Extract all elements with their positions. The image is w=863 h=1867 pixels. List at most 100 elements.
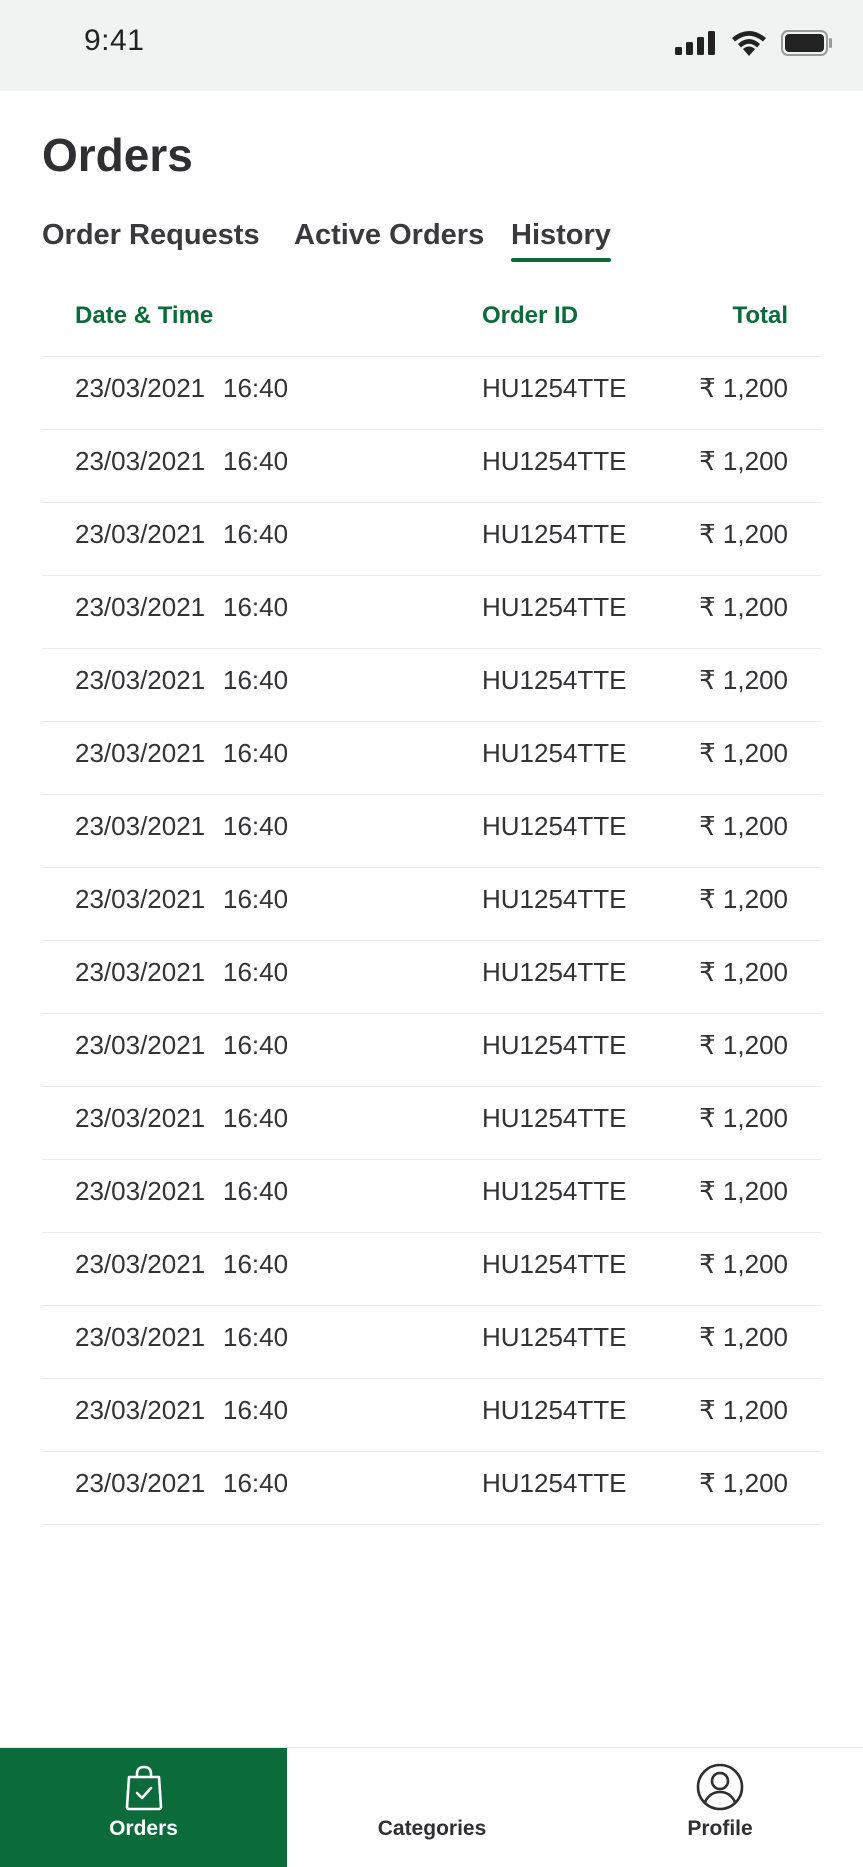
row-time: 16:40	[223, 446, 289, 476]
table-row[interactable]: 23/03/2021 16:40 HU1254TTE ₹ 1,200	[42, 1014, 821, 1087]
table-row[interactable]: 23/03/2021 16:40 HU1254TTE ₹ 1,200	[42, 503, 821, 576]
row-time: 16:40	[223, 811, 289, 841]
column-header-total: Total	[732, 302, 788, 329]
row-total: ₹ 1,200	[699, 1322, 788, 1352]
tab-order-requests[interactable]: Order Requests	[42, 219, 260, 252]
row-time: 16:40	[223, 1103, 289, 1133]
row-date: 23/03/2021	[75, 1395, 206, 1425]
row-date: 23/03/2021	[75, 446, 206, 476]
row-date: 23/03/2021	[75, 957, 206, 987]
table-row[interactable]: 23/03/2021 16:40 HU1254TTE ₹ 1,200	[42, 722, 821, 795]
table-row[interactable]: 23/03/2021 16:40 HU1254TTE ₹ 1,200	[42, 1233, 821, 1306]
row-total: ₹ 1,200	[699, 1030, 788, 1060]
table-row[interactable]: 23/03/2021 16:40 HU1254TTE ₹ 1,200	[42, 795, 821, 868]
table-row[interactable]: 23/03/2021 16:40 HU1254TTE ₹ 1,200	[42, 1087, 821, 1160]
row-total: ₹ 1,200	[699, 738, 788, 768]
row-total: ₹ 1,200	[699, 1395, 788, 1425]
table-row[interactable]: 23/03/2021 16:40 HU1254TTE ₹ 1,200	[42, 1306, 821, 1379]
status-bar: 9:41	[0, 0, 863, 91]
row-time: 16:40	[223, 1030, 289, 1060]
row-date: 23/03/2021	[75, 1030, 206, 1060]
row-total: ₹ 1,200	[699, 592, 788, 622]
nav-profile-label: Profile	[687, 1817, 753, 1840]
row-order-id: HU1254TTE	[482, 1468, 627, 1498]
row-total: ₹ 1,200	[699, 1468, 788, 1498]
wifi-icon	[732, 31, 766, 56]
nav-orders-label: Orders	[109, 1817, 178, 1840]
row-time: 16:40	[223, 665, 289, 695]
row-order-id: HU1254TTE	[482, 811, 627, 841]
row-time: 16:40	[223, 1468, 289, 1498]
table-row[interactable]: 23/03/2021 16:40 HU1254TTE ₹ 1,200	[42, 1379, 821, 1452]
battery-icon	[781, 30, 832, 56]
column-header-order-id: Order ID	[482, 302, 579, 329]
order-history-list: 23/03/2021 16:40 HU1254TTE ₹ 1,200 23/03/202…	[42, 356, 821, 1525]
row-total: ₹ 1,200	[699, 665, 788, 695]
row-time: 16:40	[223, 1395, 289, 1425]
row-total: ₹ 1,200	[699, 446, 788, 476]
row-total: ₹ 1,200	[699, 1249, 788, 1279]
row-total: ₹ 1,200	[699, 519, 788, 549]
row-time: 16:40	[223, 1176, 289, 1206]
column-header-date-time: Date & Time	[75, 302, 214, 329]
row-date: 23/03/2021	[75, 884, 206, 914]
row-time: 16:40	[223, 519, 289, 549]
row-time: 16:40	[223, 957, 289, 987]
row-date: 23/03/2021	[75, 811, 206, 841]
row-order-id: HU1254TTE	[482, 592, 627, 622]
nav-orders[interactable]: Orders	[0, 1748, 287, 1867]
row-date: 23/03/2021	[75, 373, 206, 403]
row-time: 16:40	[223, 738, 289, 768]
row-order-id: HU1254TTE	[482, 1395, 627, 1425]
row-date: 23/03/2021	[75, 1176, 206, 1206]
row-total: ₹ 1,200	[699, 1103, 788, 1133]
row-order-id: HU1254TTE	[482, 1030, 627, 1060]
row-order-id: HU1254TTE	[482, 1176, 627, 1206]
row-order-id: HU1254TTE	[482, 1322, 627, 1352]
row-order-id: HU1254TTE	[482, 446, 627, 476]
tab-active-orders[interactable]: Active Orders	[294, 219, 484, 252]
row-date: 23/03/2021	[75, 665, 206, 695]
row-time: 16:40	[223, 592, 289, 622]
row-order-id: HU1254TTE	[482, 1249, 627, 1279]
row-order-id: HU1254TTE	[482, 957, 627, 987]
row-date: 23/03/2021	[75, 1322, 206, 1352]
table-row[interactable]: 23/03/2021 16:40 HU1254TTE ₹ 1,200	[42, 941, 821, 1014]
row-order-id: HU1254TTE	[482, 1103, 627, 1133]
row-total: ₹ 1,200	[699, 957, 788, 987]
table-row[interactable]: 23/03/2021 16:40 HU1254TTE ₹ 1,200	[42, 1452, 821, 1525]
tab-history[interactable]: History	[511, 219, 611, 262]
row-date: 23/03/2021	[75, 1249, 206, 1279]
status-icons	[675, 30, 833, 56]
table-row[interactable]: 23/03/2021 16:40 HU1254TTE ₹ 1,200	[42, 649, 821, 722]
nav-profile[interactable]: Profile	[577, 1748, 863, 1867]
table-row[interactable]: 23/03/2021 16:40 HU1254TTE ₹ 1,200	[42, 868, 821, 941]
row-order-id: HU1254TTE	[482, 373, 627, 403]
row-order-id: HU1254TTE	[482, 884, 627, 914]
shopping-bag-check-icon	[125, 1765, 162, 1811]
row-time: 16:40	[223, 1249, 289, 1279]
user-circle-icon	[696, 1763, 744, 1811]
row-date: 23/03/2021	[75, 738, 206, 768]
page-title: Orders	[42, 129, 193, 181]
row-total: ₹ 1,200	[699, 811, 788, 841]
nav-categories-label: Categories	[377, 1817, 487, 1840]
row-total: ₹ 1,200	[699, 884, 788, 914]
row-date: 23/03/2021	[75, 1468, 206, 1498]
row-date: 23/03/2021	[75, 1103, 206, 1133]
nav-categories[interactable]: Categories	[287, 1748, 577, 1867]
row-time: 16:40	[223, 373, 289, 403]
bottom-navigation: Orders Categories Profile	[0, 1747, 863, 1867]
row-date: 23/03/2021	[75, 519, 206, 549]
cellular-signal-icon	[675, 31, 715, 55]
table-row[interactable]: 23/03/2021 16:40 HU1254TTE ₹ 1,200	[42, 430, 821, 503]
row-order-id: HU1254TTE	[482, 738, 627, 768]
table-row[interactable]: 23/03/2021 16:40 HU1254TTE ₹ 1,200	[42, 1160, 821, 1233]
row-order-id: HU1254TTE	[482, 519, 627, 549]
table-row[interactable]: 23/03/2021 16:40 HU1254TTE ₹ 1,200	[42, 357, 821, 430]
table-row[interactable]: 23/03/2021 16:40 HU1254TTE ₹ 1,200	[42, 576, 821, 649]
table-header: Date & Time Order ID Total	[42, 302, 821, 356]
row-total: ₹ 1,200	[699, 1176, 788, 1206]
status-time: 9:41	[84, 24, 145, 57]
row-time: 16:40	[223, 1322, 289, 1352]
